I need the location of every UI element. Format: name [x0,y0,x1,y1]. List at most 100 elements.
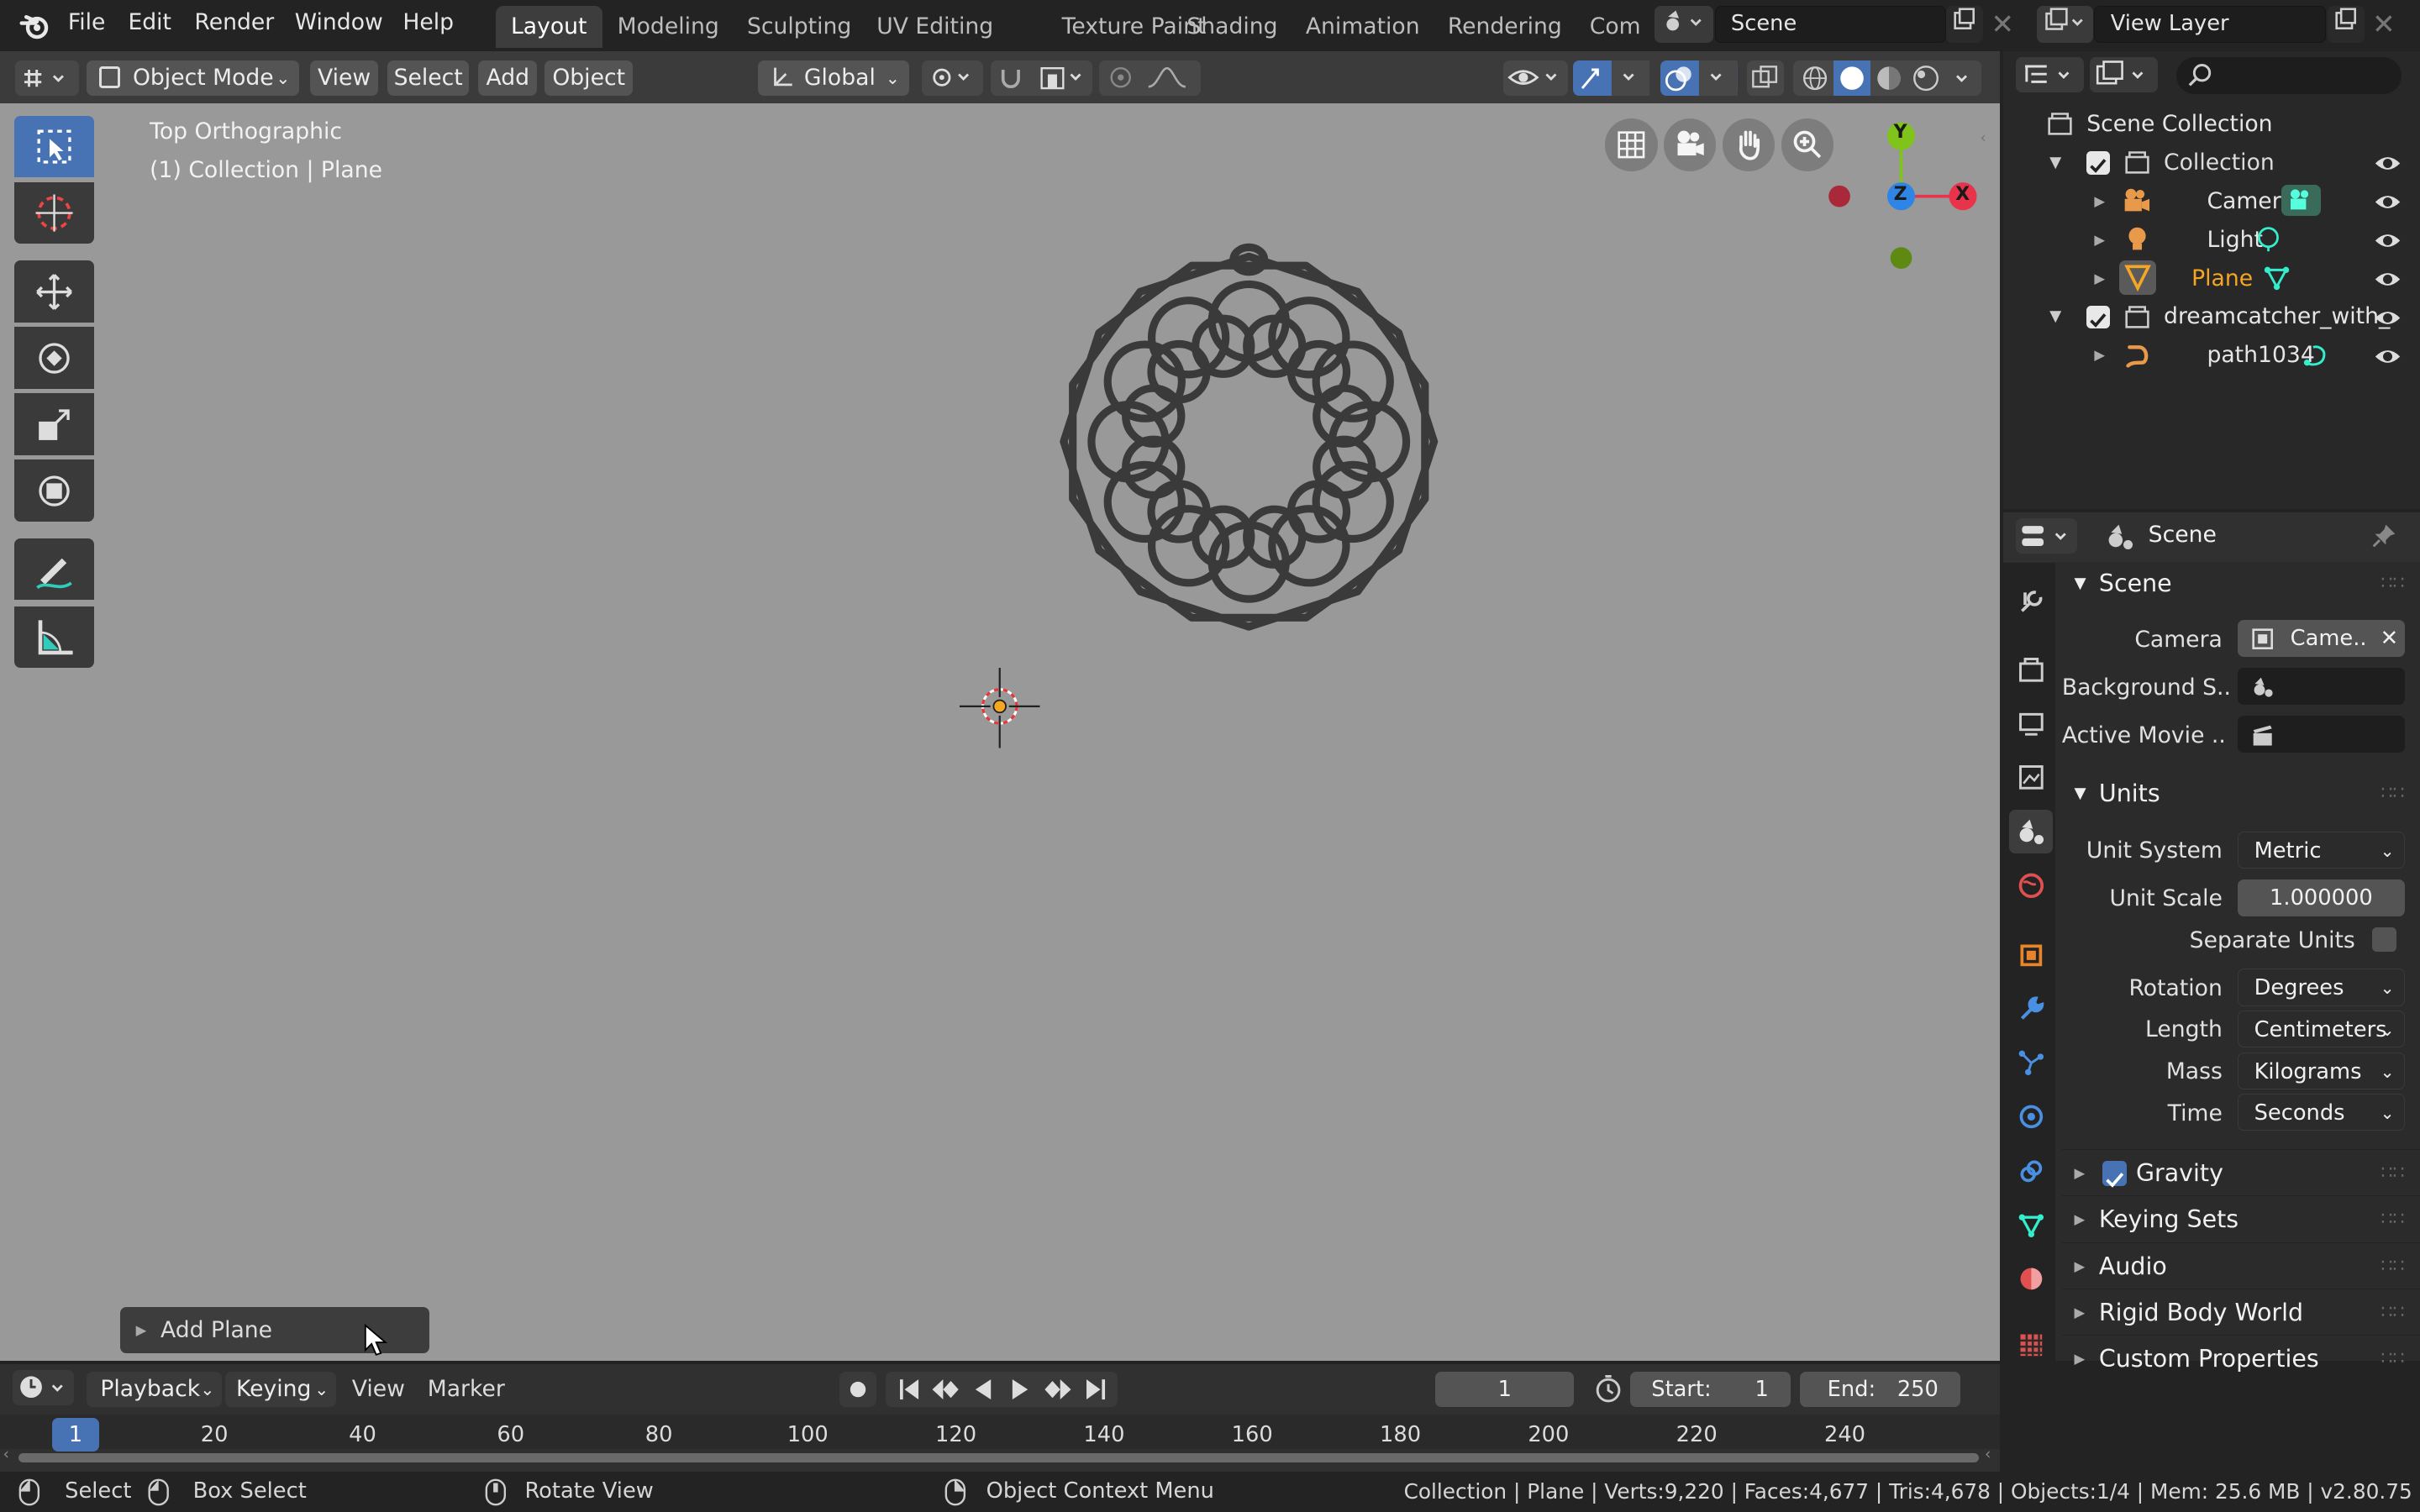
axis-gizmo[interactable]: Y Z X [1821,118,1985,281]
rotate-tool[interactable] [13,327,95,389]
drag-handle-icon[interactable]: ∷∷ [2381,1196,2405,1242]
jump-keyframe-forward-icon[interactable] [1039,1372,1076,1413]
select-box-tool[interactable] [13,115,95,178]
scale-tool[interactable] [13,393,95,455]
drag-handle-icon[interactable]: ∷∷ [2381,770,2405,816]
expand-arrow-icon[interactable]: ▶ [2094,336,2105,375]
sidebar-toggle-icon[interactable]: ‹ [1980,129,1995,154]
material-shading-icon[interactable] [1870,60,1907,102]
pin-icon[interactable] [2370,522,2398,555]
length-dropdown[interactable]: Centimeters ⌄ [2238,1011,2405,1048]
drag-handle-icon[interactable]: ∷∷ [2381,560,2405,606]
preview-range-icon[interactable] [1590,1372,1627,1407]
output-tab-icon[interactable] [2009,702,2052,745]
scroll-right-icon[interactable]: ‹ [1985,1446,1991,1463]
world-tab-icon[interactable] [2009,864,2052,907]
play-icon[interactable] [1002,1372,1039,1413]
checkbox-icon[interactable] [2086,150,2110,175]
menu-file[interactable]: File [68,9,106,35]
delete-view-layer-icon[interactable]: ✕ [2372,6,2400,43]
camera-data-icon[interactable] [2281,185,2322,217]
timeline-editor-type-icon[interactable] [12,1369,75,1406]
editor-type-icon[interactable] [15,60,79,96]
view-layer-name-field[interactable]: View Layer [2094,6,2326,44]
jump-end-icon[interactable] [1077,1372,1114,1413]
separate-units-checkbox[interactable] [2372,927,2397,953]
tab-shading[interactable]: Shading [1171,6,1293,48]
outliner-item-dreamcatcher[interactable]: ▼ dreamcatcher_with_ [2003,297,2420,336]
delete-scene-icon[interactable]: ✕ [1991,6,2018,43]
scene-name-field[interactable]: Scene [1714,6,1947,44]
rigid-body-world-section-header[interactable]: ▶ Rigid Body World ∷∷ [2061,1288,2420,1335]
camera-field[interactable]: Came.. ✕ [2238,620,2405,658]
checkbox-icon[interactable] [2086,305,2110,329]
scene-browse-icon[interactable] [1654,6,1713,44]
object-menu[interactable]: Object [544,60,634,96]
visibility-icon[interactable] [1502,60,1569,96]
tab-layout[interactable]: Layout [495,6,602,48]
new-view-layer-icon[interactable] [2327,6,2365,44]
timeline-view-menu[interactable]: View [352,1376,405,1402]
outliner-search-input[interactable] [2175,56,2402,95]
tab-modeling[interactable]: Modeling [602,6,734,48]
move-tool[interactable] [13,260,95,323]
xray-icon[interactable] [1747,60,1785,96]
tab-compositing[interactable]: Com [1574,6,1642,48]
outliner-item-light[interactable]: ▶ Light [2003,221,2420,260]
solid-shading-icon[interactable] [1833,60,1871,96]
outliner-item-collection[interactable]: ▼ Collection [2003,144,2420,182]
clear-camera-icon[interactable]: ✕ [2381,620,2399,657]
render-tab-icon[interactable] [2009,648,2052,690]
toggle-grid-icon[interactable] [1605,118,1658,171]
time-dropdown[interactable]: Seconds ⌄ [2238,1094,2405,1131]
object-tab-icon[interactable] [2009,933,2052,976]
units-section-header[interactable]: ▼ Units ∷∷ [2062,770,2420,816]
marker-menu[interactable]: Marker [428,1376,505,1402]
custom-properties-section-header[interactable]: ▶ Custom Properties ∷∷ [2061,1334,2420,1382]
mass-dropdown[interactable]: Kilograms ⌄ [2238,1052,2405,1089]
scene-tab-icon[interactable] [2009,810,2053,853]
camera-view-icon[interactable] [1663,118,1717,171]
view-menu[interactable]: View [310,60,378,96]
tab-animation[interactable]: Animation [1290,6,1434,48]
view-layer-tab-icon[interactable] [2009,756,2052,799]
measure-tool[interactable] [13,606,95,669]
rendered-shading-icon[interactable] [1907,60,1944,102]
particles-tab-icon[interactable] [2009,1042,2052,1084]
proportional-editing-icon[interactable] [1098,60,1201,96]
tool-tab-icon[interactable] [2009,580,2052,623]
drag-handle-icon[interactable]: ∷∷ [2381,1336,2405,1382]
keying-menu[interactable]: Keying ⌄ [225,1371,337,1408]
drag-handle-icon[interactable]: ∷∷ [2381,1243,2405,1289]
expand-arrow-icon[interactable]: ▼ [2049,144,2061,182]
cursor-tool[interactable] [13,181,95,244]
outliner-editor-type-icon[interactable] [2015,56,2084,93]
expand-arrow-icon[interactable]: ▶ [2094,260,2105,298]
dreamcatcher-object[interactable] [1053,241,1445,645]
scrollbar-thumb[interactable] [18,1453,1979,1463]
menu-edit[interactable]: Edit [128,9,171,35]
menu-window[interactable]: Window [295,9,383,35]
properties-editor-type-icon[interactable] [2015,518,2078,554]
timeline-scrollbar[interactable]: ‹ ‹ [0,1446,2000,1465]
end-frame-field[interactable]: End: 250 [1799,1371,1960,1408]
gravity-section-header[interactable]: ▶ Gravity ∷∷ [2061,1149,2420,1196]
play-reverse-icon[interactable] [965,1372,1002,1413]
add-menu[interactable]: Add [478,60,538,96]
drag-handle-icon[interactable]: ∷∷ [2381,1150,2405,1196]
blender-logo-icon[interactable] [18,9,52,43]
unit-system-dropdown[interactable]: Metric ⌄ [2238,831,2405,869]
current-frame-indicator[interactable]: 1 [52,1417,99,1452]
outliner-item-plane[interactable]: ▶ Plane [2003,260,2420,298]
active-movie-clip-field[interactable] [2238,716,2405,753]
texture-tab-icon[interactable] [2009,1324,2052,1367]
transform-tool[interactable] [13,459,95,522]
display-mode-icon[interactable] [2089,56,2158,93]
start-frame-field[interactable]: Start: 1 [1629,1371,1791,1408]
tab-uv-editing[interactable]: UV Editing [861,6,1009,48]
jump-keyframe-back-icon[interactable] [928,1372,965,1413]
tab-rendering[interactable]: Rendering [1432,6,1577,48]
expand-arrow-icon[interactable]: ▶ [2094,182,2105,221]
curve-data-icon[interactable] [2302,341,2330,381]
object-mode-dropdown[interactable]: Object Mode ⌄ [86,60,300,96]
